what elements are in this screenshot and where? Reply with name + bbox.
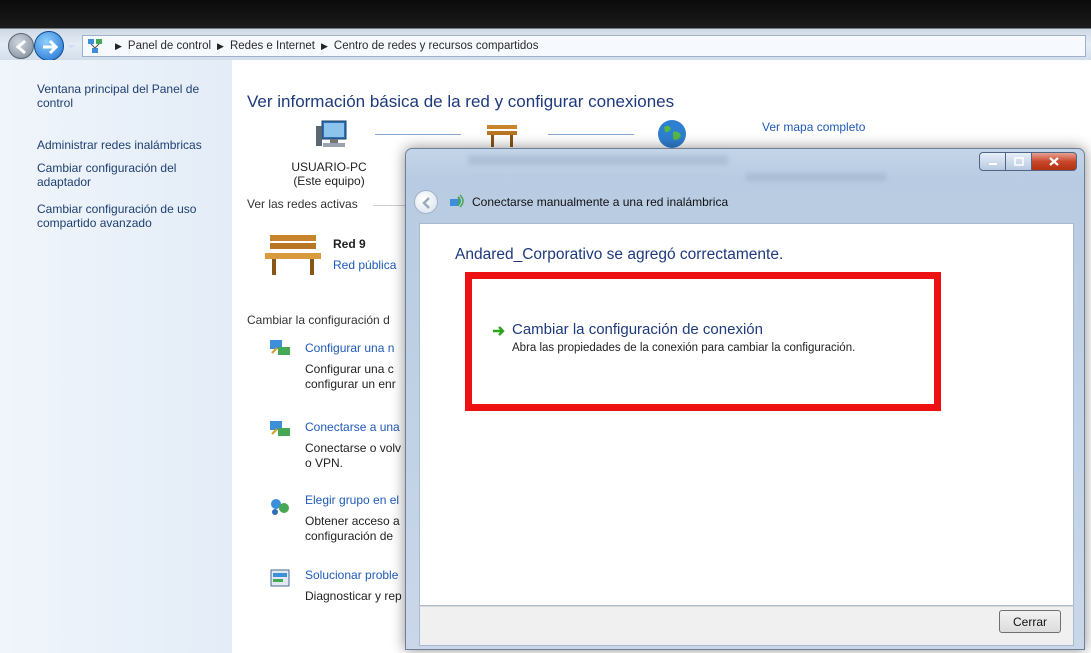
wizard-back-button[interactable]: [414, 190, 438, 214]
connect-network-icon: [270, 421, 290, 436]
map-connector-line: [548, 134, 634, 135]
computer-name: USUARIO-PC: [291, 160, 367, 174]
computer-desc: (Este equipo): [293, 174, 365, 188]
page-title: Ver información básica de la red y confi…: [247, 92, 675, 111]
manage-wireless-networks-link[interactable]: Administrar redes inalámbricas: [37, 138, 227, 152]
wireless-wizard-dialog: Conectarse manualmente a una red inalámb…: [405, 148, 1085, 650]
breadcrumb-control-panel[interactable]: Panel de control: [128, 40, 211, 52]
connect-to-network-link[interactable]: Conectarse a una: [305, 420, 400, 434]
network-center-icon: [88, 39, 102, 53]
close-button[interactable]: Cerrar: [999, 610, 1061, 633]
close-icon: [1049, 157, 1059, 166]
background-title-blur: [468, 155, 728, 165]
breadcrumb-network-sharing-center[interactable]: Centro de redes y recursos compartidos: [334, 40, 539, 52]
setup-new-connection-link[interactable]: Configurar una n: [305, 341, 394, 355]
internet-globe-icon: [658, 120, 686, 148]
window-controls: [979, 152, 1077, 171]
active-networks-label: Ver las redes activas: [247, 197, 358, 211]
network-type-link[interactable]: Red pública: [333, 258, 396, 272]
background-text-blur: [746, 173, 886, 181]
public-network-bench-icon: [265, 235, 321, 275]
minimize-button[interactable]: [979, 152, 1006, 171]
change-settings-heading: Cambiar la configuración d: [247, 313, 390, 327]
network-name: Red 9: [333, 237, 366, 251]
explorer-toolbar: ▶ Panel de control ▶ Redes e Internet ▶ …: [0, 0, 1091, 61]
maximize-icon: [1013, 157, 1024, 166]
choose-homegroup-desc-2: configuración de: [305, 529, 394, 543]
back-arrow-icon: [15, 39, 26, 55]
breadcrumb-separator-icon: ▶: [321, 40, 328, 51]
address-bar[interactable]: ▶ Panel de control ▶ Redes e Internet ▶ …: [82, 35, 1086, 57]
computer-label: USUARIO-PC (Este equipo): [284, 160, 374, 188]
left-navigation-pane: Ventana principal del Panel de control A…: [0, 60, 232, 653]
troubleshoot-link[interactable]: Solucionar proble: [305, 568, 398, 582]
control-panel-home-link[interactable]: Ventana principal del Panel de control: [37, 82, 227, 110]
breadcrumb-network-internet[interactable]: Redes e Internet: [230, 40, 315, 52]
change-adapter-settings-link[interactable]: Cambiar configuración del adaptador: [37, 161, 227, 189]
forward-arrow-icon: [43, 39, 59, 55]
wizard-header: Conectarse manualmente a una red inalámb…: [414, 185, 1076, 219]
wizard-content: Andared_Corporativo se agregó correctame…: [419, 223, 1074, 606]
network-bench-icon: [487, 125, 517, 147]
breadcrumb-separator-icon: ▶: [115, 40, 122, 51]
minimize-icon: [988, 162, 997, 165]
change-connection-settings-desc: Abra las propiedades de la conexión para…: [512, 342, 856, 354]
homegroup-icon: [271, 499, 289, 515]
breadcrumb-separator-icon: ▶: [217, 40, 224, 51]
change-connection-settings-link[interactable]: Cambiar la configuración de conexión: [512, 321, 763, 338]
choose-homegroup-link[interactable]: Elegir grupo en el: [305, 493, 399, 507]
troubleshoot-desc: Diagnosticar y rep: [305, 589, 402, 603]
setup-connection-icon: [270, 340, 290, 355]
forward-button[interactable]: [34, 31, 64, 61]
back-button[interactable]: [8, 33, 34, 59]
view-full-map-link[interactable]: Ver mapa completo: [762, 120, 865, 134]
command-link-arrow-icon: [493, 326, 505, 336]
wizard-title: Conectarse manualmente a una red inalámb…: [472, 195, 729, 209]
map-connector-line: [375, 134, 461, 135]
choose-homegroup-desc-1: Obtener acceso a: [305, 514, 400, 528]
wizard-back-arrow-icon: [422, 197, 430, 209]
recent-pages-dropdown[interactable]: [66, 42, 76, 52]
setup-new-connection-desc-1: Configurar una c: [305, 362, 394, 376]
wizard-footer: Cerrar: [419, 606, 1074, 646]
connect-to-network-desc-1: Conectarse o volv: [305, 441, 402, 455]
troubleshoot-icon: [270, 569, 290, 587]
success-message: Andared_Corporativo se agregó correctame…: [455, 246, 784, 263]
close-window-button[interactable]: [1032, 152, 1077, 171]
change-advanced-sharing-link[interactable]: Cambiar configuración de uso compartido …: [37, 202, 227, 230]
computer-icon: [316, 120, 347, 147]
maximize-button[interactable]: [1006, 152, 1032, 171]
wireless-network-icon: [450, 194, 464, 208]
setup-new-connection-desc-2: configurar un enr: [305, 377, 396, 391]
connect-to-network-desc-2: o VPN.: [305, 456, 344, 470]
